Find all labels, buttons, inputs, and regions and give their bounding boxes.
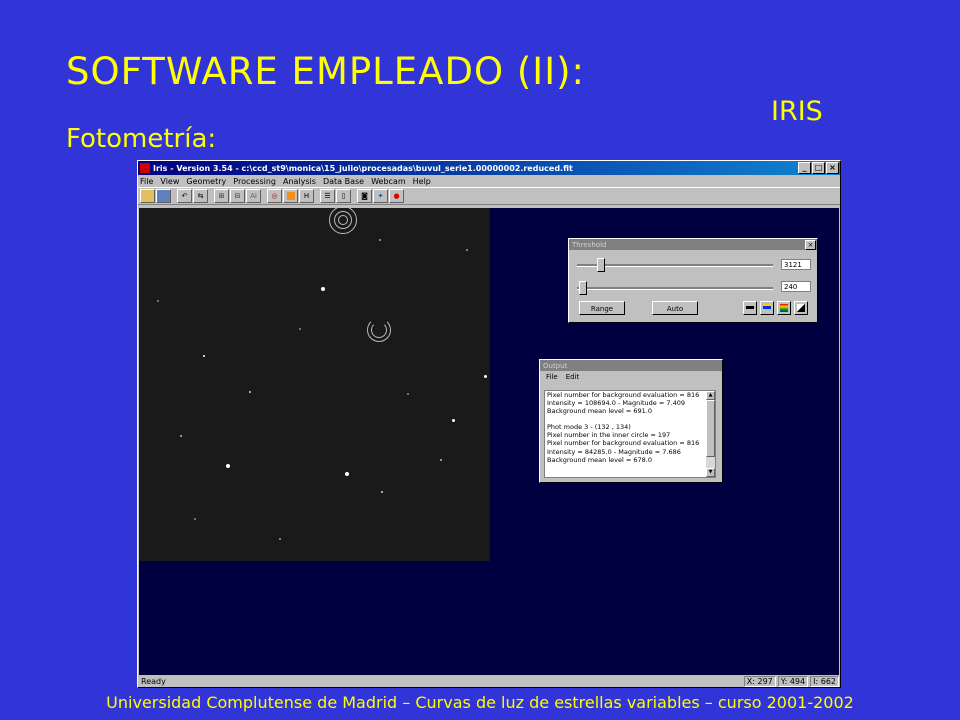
zoom-out-icon[interactable]: ⊟ <box>230 189 245 203</box>
status-bar: Ready X: 297 Y: 494 I: 662 <box>139 676 839 687</box>
ai-icon[interactable]: AI <box>246 189 261 203</box>
output-line: Phot mode 3 - (132 , 134) <box>547 423 631 432</box>
list-icon[interactable]: ☰ <box>320 189 335 203</box>
output-line: Pixel number for background evaluation =… <box>547 439 700 448</box>
output-menu-file[interactable]: File <box>546 373 558 381</box>
menu-view[interactable]: View <box>160 177 179 186</box>
window-title: Iris - Version 3.54 - c:\ccd_st9\monica\… <box>153 163 573 173</box>
menu-processing[interactable]: Processing <box>233 177 276 186</box>
slide-software-label: IRIS <box>771 96 823 127</box>
output-line: Pixel number for background evaluation =… <box>547 391 700 399</box>
scroll-up-icon[interactable]: ▲ <box>706 391 715 400</box>
status-ready: Ready <box>141 677 166 686</box>
star <box>440 459 442 461</box>
output-scrollbar[interactable]: ▲ ▼ <box>706 391 715 477</box>
output-line: Background mean level = 678.0 <box>547 455 652 464</box>
star <box>345 472 349 476</box>
astronomical-image[interactable] <box>139 208 490 561</box>
output-title-bar[interactable]: Output <box>540 360 722 371</box>
output-text-area[interactable]: Pixel number for background evaluation =… <box>544 390 716 478</box>
star <box>249 391 251 393</box>
d-icon[interactable]: ▯ <box>336 189 351 203</box>
menu-help[interactable]: Help <box>413 177 431 186</box>
high-threshold-value[interactable]: 3121 <box>781 259 811 270</box>
star <box>299 328 301 330</box>
menu-file[interactable]: File <box>140 177 153 186</box>
output-title: Output <box>543 361 568 370</box>
maximize-button[interactable]: □ <box>812 162 825 174</box>
output-line: Intensity = 108694.0 - Magnitude = 7.409 <box>547 399 685 408</box>
threshold-title-bar[interactable]: Threshold × <box>569 239 817 250</box>
star <box>407 393 409 395</box>
status-y: Y: 494 <box>777 676 809 687</box>
output-line: Intensity = 84285.0 - Magnitude = 7.686 <box>547 447 681 456</box>
rainbow-palette-icon[interactable] <box>777 301 791 315</box>
menu-webcam[interactable]: Webcam <box>371 177 406 186</box>
output-dialog: Output File Edit Pixel number for backgr… <box>539 359 723 483</box>
slide-footer: Universidad Complutense de Madrid – Curv… <box>106 693 854 712</box>
star <box>180 435 182 437</box>
target-icon[interactable]: ✦ <box>373 189 388 203</box>
star <box>452 419 455 422</box>
star <box>157 300 159 302</box>
star <box>279 538 281 540</box>
range-button[interactable]: Range <box>579 301 625 315</box>
save-icon[interactable] <box>156 189 171 203</box>
palette-icon[interactable]: ◎ <box>267 189 282 203</box>
output-menu-edit[interactable]: Edit <box>566 373 580 381</box>
h-icon[interactable]: H <box>299 189 314 203</box>
status-intensity: I: 662 <box>810 676 839 687</box>
high-threshold-track[interactable] <box>577 264 773 267</box>
menu-bar: File View Geometry Processing Analysis D… <box>138 175 840 187</box>
color-icon[interactable] <box>283 189 298 203</box>
status-x: X: 297 <box>743 676 776 687</box>
auto-button[interactable]: Auto <box>652 301 698 315</box>
black-palette-icon[interactable] <box>743 301 757 315</box>
open-icon[interactable] <box>140 189 155 203</box>
app-icon <box>140 163 150 173</box>
star <box>379 239 381 241</box>
star <box>484 375 487 378</box>
toolbar: ↶ ⇆ ⊞ ⊟ AI ◎ H ☰ ▯ ◙ ✦ ● <box>138 187 840 205</box>
gradient-palette-icon[interactable] <box>794 301 808 315</box>
low-threshold-track[interactable] <box>577 287 773 290</box>
undo-icon[interactable]: ↶ <box>177 189 192 203</box>
star <box>203 355 205 357</box>
minimize-button[interactable]: _ <box>798 162 811 174</box>
low-threshold-slider[interactable] <box>579 281 587 295</box>
high-threshold-slider[interactable] <box>597 258 605 272</box>
redo-icon[interactable]: ⇆ <box>193 189 208 203</box>
star <box>466 249 468 251</box>
aperture-ring-3 <box>371 322 387 338</box>
zoom-in-icon[interactable]: ⊞ <box>214 189 229 203</box>
star <box>194 518 196 520</box>
menu-database[interactable]: Data Base <box>323 177 364 186</box>
camera-icon[interactable]: ◙ <box>357 189 372 203</box>
scroll-thumb[interactable] <box>706 400 715 457</box>
star <box>381 491 383 493</box>
slide-title: SOFTWARE EMPLEADO (II): <box>66 50 586 93</box>
threshold-close-button[interactable]: × <box>805 239 816 250</box>
star <box>226 464 230 468</box>
blue-yellow-palette-icon[interactable] <box>760 301 774 315</box>
aperture-inner-ring <box>338 215 348 225</box>
star <box>321 287 325 291</box>
output-menu-bar: File Edit <box>540 371 722 382</box>
slide-subtitle: Fotometría: <box>66 124 217 154</box>
record-icon[interactable]: ● <box>389 189 404 203</box>
threshold-dialog: Threshold × 3121 240 Range Auto <box>568 238 818 323</box>
output-line: Pixel number in the inner circle = 197 <box>547 431 671 440</box>
window-title-bar[interactable]: Iris - Version 3.54 - c:\ccd_st9\monica\… <box>138 161 840 175</box>
output-line: Background mean level = 691.0 <box>547 407 652 416</box>
menu-geometry[interactable]: Geometry <box>186 177 226 186</box>
menu-analysis[interactable]: Analysis <box>283 177 316 186</box>
low-threshold-value[interactable]: 240 <box>781 281 811 292</box>
threshold-title: Threshold <box>572 240 607 249</box>
close-button[interactable]: × <box>826 162 839 174</box>
scroll-down-icon[interactable]: ▼ <box>706 468 715 477</box>
